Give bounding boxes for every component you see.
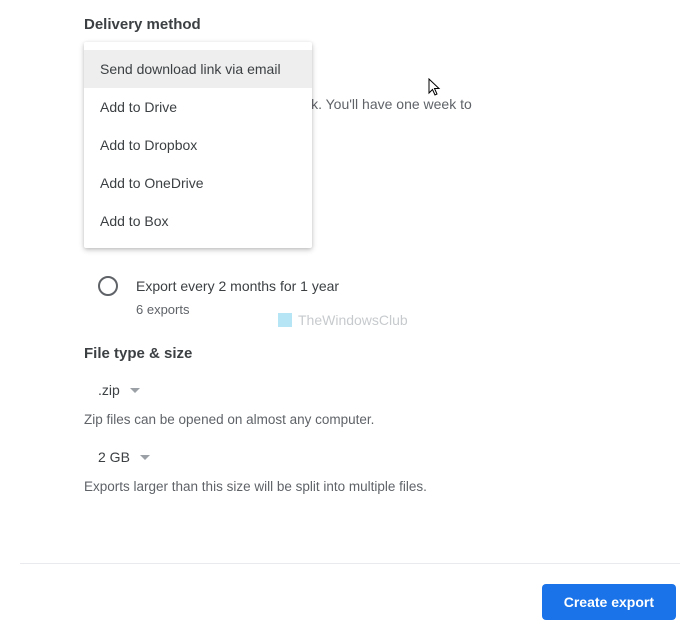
size-selector[interactable]: 2 GB [98, 449, 616, 465]
dropdown-item-email[interactable]: Send download link via email [84, 50, 312, 88]
divider [20, 563, 680, 564]
filetype-selector[interactable]: .zip [98, 382, 616, 398]
delivery-method-title: Delivery method [84, 16, 616, 33]
frequency-option-2[interactable]: Export every 2 months for 1 year [98, 276, 616, 296]
filetype-helper: Zip files can be opened on almost any co… [84, 412, 616, 427]
size-helper: Exports larger than this size will be sp… [84, 479, 616, 494]
filetype-value: .zip [98, 382, 120, 398]
chevron-down-icon [140, 455, 150, 461]
dropdown-item-dropbox[interactable]: Add to Dropbox [84, 126, 312, 164]
filetype-title: File type & size [84, 345, 616, 362]
dropdown-item-drive[interactable]: Add to Drive [84, 88, 312, 126]
dropdown-item-box[interactable]: Add to Box [84, 202, 312, 240]
delivery-method-dropdown[interactable]: Send download link via email Add to Driv… [84, 42, 312, 248]
radio-icon[interactable] [98, 276, 118, 296]
frequency-opt2-label: Export every 2 months for 1 year [136, 278, 339, 294]
dropdown-item-onedrive[interactable]: Add to OneDrive [84, 164, 312, 202]
size-value: 2 GB [98, 449, 130, 465]
create-export-button[interactable]: Create export [542, 584, 676, 620]
frequency-opt2-sub: 6 exports [136, 302, 616, 317]
chevron-down-icon [130, 388, 140, 394]
